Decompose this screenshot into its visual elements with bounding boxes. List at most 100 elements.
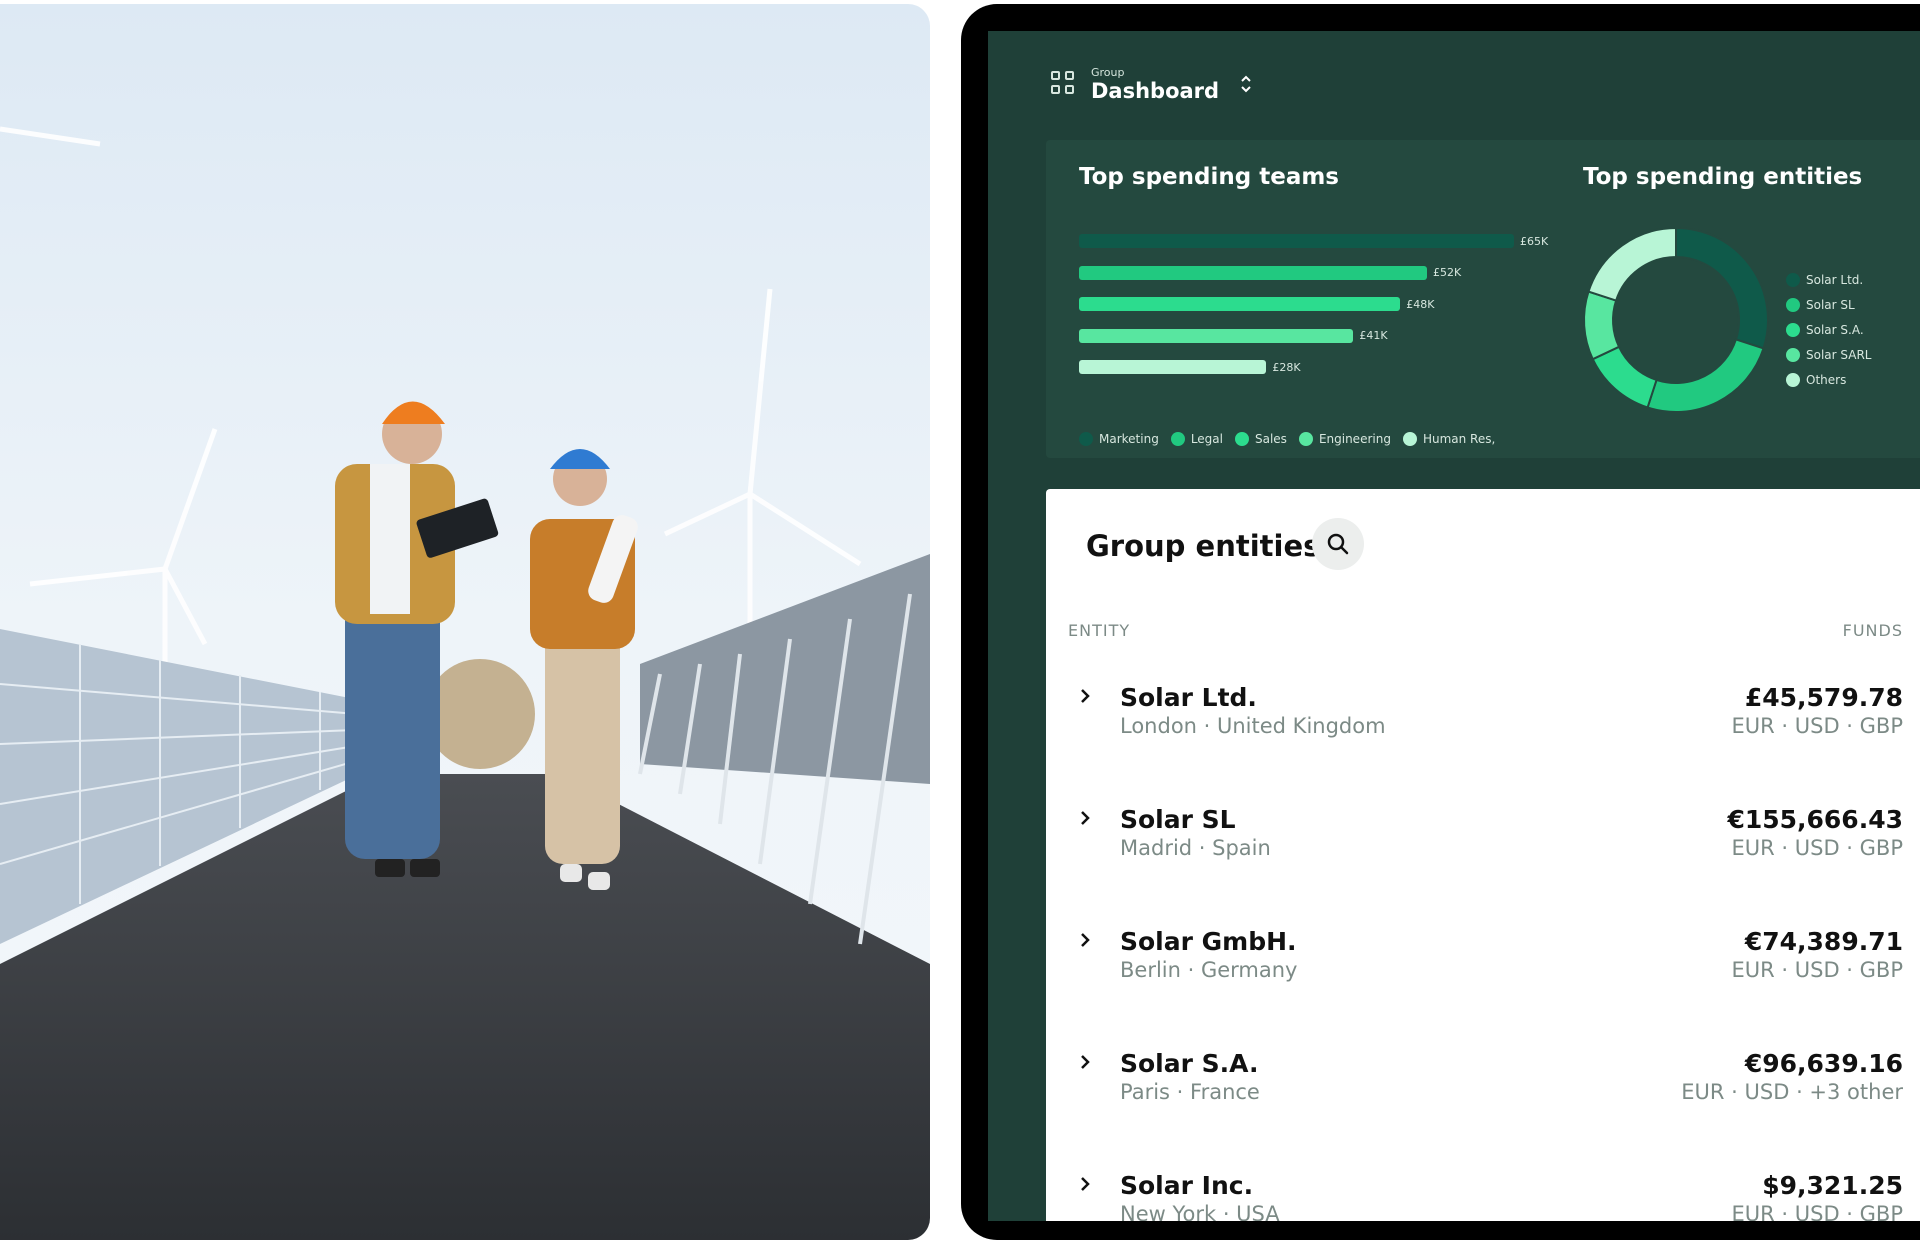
- bar-row: £48K: [1079, 297, 1434, 311]
- page-title: Dashboard: [1091, 78, 1220, 103]
- group-entities-card: Group entities ENTITY FUNDS Solar Ltd. L…: [1046, 489, 1920, 1221]
- bar-value-label: £41K: [1359, 329, 1388, 342]
- entity-name: Solar S.A.: [1120, 1049, 1259, 1078]
- teams-chart-legend: Marketing Legal Sales Engineering Human Res,: [1079, 432, 1495, 446]
- chevron-right-icon[interactable]: [1079, 1175, 1091, 1193]
- legend-swatch: [1786, 323, 1800, 337]
- entity-row[interactable]: Solar Ltd. London · United Kingdom £45,5…: [1046, 677, 1920, 767]
- bar-value-label: £52K: [1433, 266, 1462, 279]
- column-header-entity: ENTITY: [1068, 621, 1131, 640]
- legend-swatch: [1402, 432, 1417, 446]
- donut-slice: [1646, 338, 1765, 413]
- dashboard-switcher[interactable]: Group Dashboard: [1051, 59, 1253, 109]
- entity-currencies: EUR · USD · GBP: [1731, 1202, 1904, 1221]
- entity-currencies: EUR · USD · +3 other: [1681, 1080, 1903, 1104]
- legend-item: Solar S.A.: [1786, 323, 1871, 337]
- legend-item: Legal: [1170, 432, 1223, 446]
- breadcrumb: Group Dashboard: [1091, 67, 1219, 102]
- entities-chart-legend: Solar Ltd. Solar SL Solar S.A. Solar SARL Ot…: [1786, 273, 1871, 387]
- legend-item: Marketing: [1079, 432, 1159, 446]
- card-title: Group entities: [1086, 529, 1321, 563]
- entity-funds-amount: €96,639.16: [1744, 1049, 1903, 1078]
- chevron-right-icon[interactable]: [1079, 687, 1091, 705]
- legend-item: Solar SARL: [1786, 348, 1871, 362]
- entity-location: Madrid · Spain: [1120, 836, 1271, 860]
- bar-row: £41K: [1079, 328, 1388, 343]
- entity-row[interactable]: Solar S.A. Paris · France €96,639.16 EUR…: [1046, 1043, 1920, 1133]
- entity-currencies: EUR · USD · GBP: [1731, 836, 1904, 860]
- legend-label: Sales: [1254, 432, 1287, 446]
- entity-name: Solar Inc.: [1120, 1171, 1254, 1200]
- legend-item: Solar Ltd.: [1786, 273, 1871, 287]
- donut-slice: [1587, 226, 1677, 302]
- bar-row: £28K: [1079, 360, 1301, 374]
- legend-label: Others: [1806, 373, 1847, 387]
- hero-photo-engineers-solar-field: [0, 4, 930, 1240]
- legend-swatch: [1786, 273, 1800, 287]
- teams-chart-title: Top spending teams: [1079, 164, 1339, 190]
- donut-slice: [1591, 345, 1658, 409]
- chevron-right-icon[interactable]: [1079, 809, 1091, 827]
- legend-swatch: [1234, 432, 1249, 446]
- entity-currencies: EUR · USD · GBP: [1731, 714, 1904, 738]
- legend-item: Solar SL: [1786, 298, 1871, 312]
- legend-swatch: [1298, 432, 1313, 446]
- entity-location: Berlin · Germany: [1120, 958, 1298, 982]
- dashboard-screen: Group Dashboard Top spending teams Top s…: [988, 31, 1920, 1221]
- entity-row[interactable]: Solar GmbH. Berlin · Germany €74,389.71 …: [1046, 921, 1920, 1011]
- entity-funds-amount: $9,321.25: [1762, 1171, 1903, 1200]
- chevron-right-icon[interactable]: [1079, 1053, 1091, 1071]
- legend-label: Solar SL: [1806, 298, 1855, 312]
- entity-row[interactable]: Solar Inc. New York · USA $9,321.25 EUR …: [1046, 1165, 1920, 1221]
- column-header-funds: FUNDS: [1842, 621, 1903, 640]
- legend-swatch: [1079, 432, 1093, 446]
- entity-location: New York · USA: [1120, 1202, 1280, 1221]
- legend-label: Solar SARL: [1806, 348, 1872, 362]
- legend-label: Human Res,: [1422, 432, 1496, 446]
- search-icon: [1327, 533, 1349, 555]
- bar-row: £65K: [1079, 234, 1548, 248]
- bar: [1079, 328, 1354, 343]
- bar: [1079, 265, 1427, 280]
- entity-location: London · United Kingdom: [1120, 714, 1386, 738]
- entity-name: Solar GmbH.: [1120, 927, 1297, 956]
- bar: [1079, 360, 1267, 374]
- donut-slice: [1675, 226, 1769, 350]
- legend-label: Solar Ltd.: [1806, 273, 1864, 287]
- legend-item: Sales: [1234, 432, 1287, 446]
- legend-label: Legal: [1190, 432, 1223, 446]
- entity-funds-amount: £45,579.78: [1744, 683, 1903, 712]
- entity-location: Paris · France: [1120, 1080, 1260, 1104]
- entity-name: Solar Ltd.: [1120, 683, 1257, 712]
- chevron-up-down-icon[interactable]: [1239, 73, 1253, 95]
- legend-item: Human Res,: [1402, 432, 1496, 446]
- legend-label: Marketing: [1099, 432, 1159, 446]
- legend-label: Engineering: [1318, 432, 1391, 446]
- entity-currencies: EUR · USD · GBP: [1731, 958, 1904, 982]
- bar: [1079, 234, 1514, 248]
- bar-value-label: £48K: [1406, 297, 1435, 311]
- donut-slice: [1583, 290, 1621, 361]
- bar-row: £52K: [1079, 265, 1462, 280]
- breadcrumb-parent: Group: [1091, 65, 1125, 79]
- legend-swatch: [1170, 432, 1185, 446]
- bar: [1079, 297, 1401, 311]
- entity-row[interactable]: Solar SL Madrid · Spain €155,666.43 EUR …: [1046, 799, 1920, 889]
- legend-swatch: [1786, 298, 1800, 312]
- legend-swatch: [1786, 348, 1800, 362]
- chevron-right-icon[interactable]: [1079, 931, 1091, 949]
- entities-donut-chart: [1583, 226, 1769, 413]
- legend-item: Others: [1786, 373, 1871, 387]
- legend-item: Engineering: [1298, 432, 1391, 446]
- entity-name: Solar SL: [1120, 805, 1236, 834]
- bar-value-label: £65K: [1520, 234, 1549, 248]
- bar-value-label: £28K: [1272, 360, 1301, 374]
- entity-funds-amount: €74,389.71: [1744, 927, 1903, 956]
- charts-panel: Top spending teams Top spending entities…: [1046, 140, 1920, 458]
- search-button[interactable]: [1312, 518, 1364, 570]
- legend-swatch: [1786, 373, 1800, 387]
- entity-funds-amount: €155,666.43: [1727, 805, 1903, 834]
- legend-label: Solar S.A.: [1806, 323, 1864, 337]
- device-frame: Group Dashboard Top spending teams Top s…: [961, 4, 1920, 1240]
- entities-chart-title: Top spending entities: [1583, 164, 1863, 190]
